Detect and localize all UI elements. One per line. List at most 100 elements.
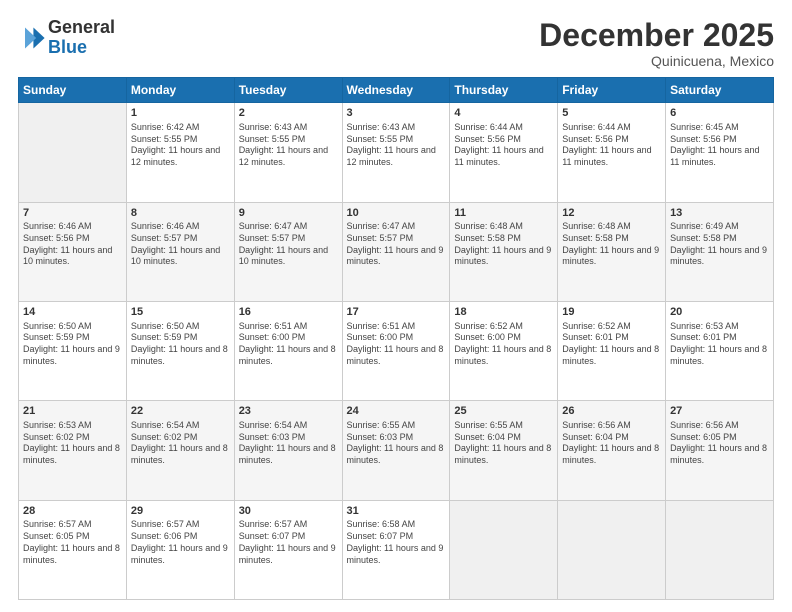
cell-w3-d5: 19Sunrise: 6:52 AM Sunset: 6:01 PM Dayli… <box>558 301 666 400</box>
cell-w2-d2: 9Sunrise: 6:47 AM Sunset: 5:57 PM Daylig… <box>234 202 342 301</box>
cell-content: Sunrise: 6:56 AM Sunset: 6:04 PM Dayligh… <box>562 420 661 467</box>
cell-w2-d4: 11Sunrise: 6:48 AM Sunset: 5:58 PM Dayli… <box>450 202 558 301</box>
month-title: December 2025 <box>539 18 774 53</box>
day-number: 26 <box>562 404 661 419</box>
cell-w4-d1: 22Sunrise: 6:54 AM Sunset: 6:02 PM Dayli… <box>126 401 234 500</box>
cell-w5-d4 <box>450 500 558 599</box>
cell-content: Sunrise: 6:57 AM Sunset: 6:07 PM Dayligh… <box>239 519 338 566</box>
day-number: 10 <box>347 206 446 221</box>
day-number: 12 <box>562 206 661 221</box>
col-saturday: Saturday <box>666 78 774 103</box>
cell-content: Sunrise: 6:57 AM Sunset: 6:06 PM Dayligh… <box>131 519 230 566</box>
cell-content: Sunrise: 6:48 AM Sunset: 5:58 PM Dayligh… <box>562 221 661 268</box>
week-row-3: 14Sunrise: 6:50 AM Sunset: 5:59 PM Dayli… <box>19 301 774 400</box>
cell-content: Sunrise: 6:54 AM Sunset: 6:03 PM Dayligh… <box>239 420 338 467</box>
cell-content: Sunrise: 6:51 AM Sunset: 6:00 PM Dayligh… <box>347 321 446 368</box>
day-number: 2 <box>239 106 338 121</box>
week-row-4: 21Sunrise: 6:53 AM Sunset: 6:02 PM Dayli… <box>19 401 774 500</box>
col-sunday: Sunday <box>19 78 127 103</box>
cell-content: Sunrise: 6:47 AM Sunset: 5:57 PM Dayligh… <box>239 221 338 268</box>
cell-w4-d4: 25Sunrise: 6:55 AM Sunset: 6:04 PM Dayli… <box>450 401 558 500</box>
day-number: 23 <box>239 404 338 419</box>
cell-w1-d1: 1Sunrise: 6:42 AM Sunset: 5:55 PM Daylig… <box>126 103 234 202</box>
day-number: 24 <box>347 404 446 419</box>
cell-content: Sunrise: 6:53 AM Sunset: 6:01 PM Dayligh… <box>670 321 769 368</box>
week-row-2: 7Sunrise: 6:46 AM Sunset: 5:56 PM Daylig… <box>19 202 774 301</box>
day-number: 17 <box>347 305 446 320</box>
day-number: 20 <box>670 305 769 320</box>
day-number: 13 <box>670 206 769 221</box>
cell-content: Sunrise: 6:50 AM Sunset: 5:59 PM Dayligh… <box>131 321 230 368</box>
day-number: 19 <box>562 305 661 320</box>
cell-content: Sunrise: 6:52 AM Sunset: 6:01 PM Dayligh… <box>562 321 661 368</box>
day-number: 5 <box>562 106 661 121</box>
cell-content: Sunrise: 6:53 AM Sunset: 6:02 PM Dayligh… <box>23 420 122 467</box>
cell-w1-d0 <box>19 103 127 202</box>
day-number: 29 <box>131 504 230 519</box>
cell-w4-d6: 27Sunrise: 6:56 AM Sunset: 6:05 PM Dayli… <box>666 401 774 500</box>
day-number: 16 <box>239 305 338 320</box>
day-number: 4 <box>454 106 553 121</box>
week-row-5: 28Sunrise: 6:57 AM Sunset: 6:05 PM Dayli… <box>19 500 774 599</box>
day-number: 14 <box>23 305 122 320</box>
cell-w3-d2: 16Sunrise: 6:51 AM Sunset: 6:00 PM Dayli… <box>234 301 342 400</box>
cell-content: Sunrise: 6:54 AM Sunset: 6:02 PM Dayligh… <box>131 420 230 467</box>
calendar-table: Sunday Monday Tuesday Wednesday Thursday… <box>18 77 774 600</box>
col-friday: Friday <box>558 78 666 103</box>
col-monday: Monday <box>126 78 234 103</box>
logo-blue: Blue <box>48 37 87 57</box>
cell-w2-d3: 10Sunrise: 6:47 AM Sunset: 5:57 PM Dayli… <box>342 202 450 301</box>
cell-content: Sunrise: 6:43 AM Sunset: 5:55 PM Dayligh… <box>239 122 338 169</box>
cell-content: Sunrise: 6:45 AM Sunset: 5:56 PM Dayligh… <box>670 122 769 169</box>
cell-w3-d3: 17Sunrise: 6:51 AM Sunset: 6:00 PM Dayli… <box>342 301 450 400</box>
day-number: 22 <box>131 404 230 419</box>
cell-content: Sunrise: 6:49 AM Sunset: 5:58 PM Dayligh… <box>670 221 769 268</box>
day-number: 3 <box>347 106 446 121</box>
cell-w1-d2: 2Sunrise: 6:43 AM Sunset: 5:55 PM Daylig… <box>234 103 342 202</box>
cell-w4-d5: 26Sunrise: 6:56 AM Sunset: 6:04 PM Dayli… <box>558 401 666 500</box>
cell-w3-d4: 18Sunrise: 6:52 AM Sunset: 6:00 PM Dayli… <box>450 301 558 400</box>
cell-w4-d2: 23Sunrise: 6:54 AM Sunset: 6:03 PM Dayli… <box>234 401 342 500</box>
cell-w3-d1: 15Sunrise: 6:50 AM Sunset: 5:59 PM Dayli… <box>126 301 234 400</box>
day-number: 15 <box>131 305 230 320</box>
col-wednesday: Wednesday <box>342 78 450 103</box>
logo-general: General <box>48 17 115 37</box>
day-number: 30 <box>239 504 338 519</box>
cell-content: Sunrise: 6:57 AM Sunset: 6:05 PM Dayligh… <box>23 519 122 566</box>
cell-content: Sunrise: 6:44 AM Sunset: 5:56 PM Dayligh… <box>454 122 553 169</box>
header: General Blue December 2025 Quinicuena, M… <box>18 18 774 69</box>
day-number: 1 <box>131 106 230 121</box>
cell-w1-d3: 3Sunrise: 6:43 AM Sunset: 5:55 PM Daylig… <box>342 103 450 202</box>
cell-w5-d5 <box>558 500 666 599</box>
col-tuesday: Tuesday <box>234 78 342 103</box>
cell-content: Sunrise: 6:44 AM Sunset: 5:56 PM Dayligh… <box>562 122 661 169</box>
cell-w2-d0: 7Sunrise: 6:46 AM Sunset: 5:56 PM Daylig… <box>19 202 127 301</box>
location: Quinicuena, Mexico <box>539 53 774 69</box>
cell-w2-d5: 12Sunrise: 6:48 AM Sunset: 5:58 PM Dayli… <box>558 202 666 301</box>
logo-icon <box>18 24 46 52</box>
cell-w1-d4: 4Sunrise: 6:44 AM Sunset: 5:56 PM Daylig… <box>450 103 558 202</box>
page: General Blue December 2025 Quinicuena, M… <box>0 0 792 612</box>
cell-content: Sunrise: 6:56 AM Sunset: 6:05 PM Dayligh… <box>670 420 769 467</box>
cell-w2-d1: 8Sunrise: 6:46 AM Sunset: 5:57 PM Daylig… <box>126 202 234 301</box>
cell-content: Sunrise: 6:42 AM Sunset: 5:55 PM Dayligh… <box>131 122 230 169</box>
day-number: 28 <box>23 504 122 519</box>
col-thursday: Thursday <box>450 78 558 103</box>
day-number: 21 <box>23 404 122 419</box>
week-row-1: 1Sunrise: 6:42 AM Sunset: 5:55 PM Daylig… <box>19 103 774 202</box>
cell-w1-d5: 5Sunrise: 6:44 AM Sunset: 5:56 PM Daylig… <box>558 103 666 202</box>
cell-content: Sunrise: 6:55 AM Sunset: 6:04 PM Dayligh… <box>454 420 553 467</box>
cell-w5-d2: 30Sunrise: 6:57 AM Sunset: 6:07 PM Dayli… <box>234 500 342 599</box>
cell-content: Sunrise: 6:55 AM Sunset: 6:03 PM Dayligh… <box>347 420 446 467</box>
title-area: December 2025 Quinicuena, Mexico <box>539 18 774 69</box>
cell-w3-d6: 20Sunrise: 6:53 AM Sunset: 6:01 PM Dayli… <box>666 301 774 400</box>
day-number: 11 <box>454 206 553 221</box>
day-number: 31 <box>347 504 446 519</box>
cell-content: Sunrise: 6:52 AM Sunset: 6:00 PM Dayligh… <box>454 321 553 368</box>
day-number: 9 <box>239 206 338 221</box>
cell-content: Sunrise: 6:50 AM Sunset: 5:59 PM Dayligh… <box>23 321 122 368</box>
cell-content: Sunrise: 6:48 AM Sunset: 5:58 PM Dayligh… <box>454 221 553 268</box>
cell-content: Sunrise: 6:58 AM Sunset: 6:07 PM Dayligh… <box>347 519 446 566</box>
day-number: 25 <box>454 404 553 419</box>
cell-w5-d3: 31Sunrise: 6:58 AM Sunset: 6:07 PM Dayli… <box>342 500 450 599</box>
